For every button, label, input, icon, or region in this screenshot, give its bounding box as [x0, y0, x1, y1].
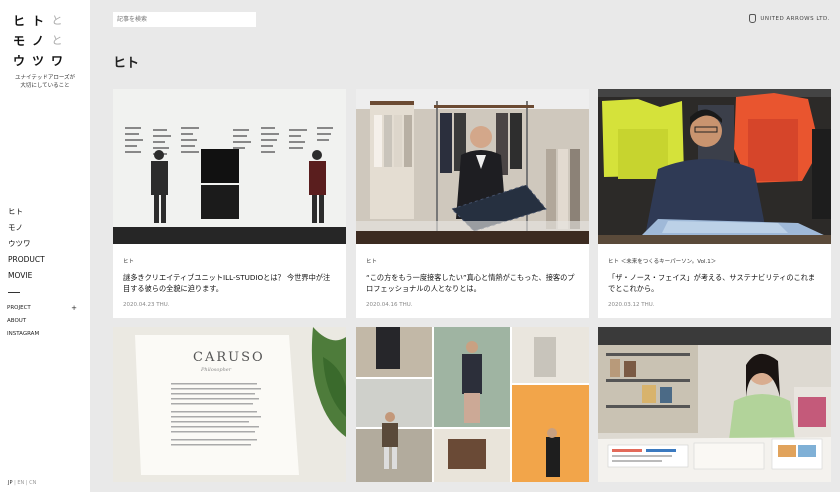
search-input[interactable] — [113, 12, 256, 27]
logo-char: ツ — [32, 53, 45, 68]
article-image — [113, 89, 346, 244]
logo-char: モ — [13, 33, 26, 48]
sub-nav-label: PROJECT — [7, 305, 31, 311]
article-image — [598, 89, 831, 244]
language-switcher: JP | EN | CN — [8, 480, 36, 486]
sub-nav: PROJECT + ABOUT INSTAGRAM — [7, 302, 77, 341]
sub-nav-item-about[interactable]: ABOUT — [7, 315, 77, 328]
article-image: CARUSO Philosopher — [113, 327, 346, 482]
caruso-title: CARUSO — [193, 350, 265, 365]
logo-char: と — [51, 34, 63, 47]
site-logo[interactable]: ヒ ト と モ ノ と ウ ツ ワ — [13, 10, 75, 70]
brand-name: UNITED ARROWS LTD. — [760, 15, 830, 22]
tagline-line: ユナイテッドアローズが — [14, 75, 76, 81]
sub-nav-item-project[interactable]: PROJECT + — [7, 302, 77, 315]
article-image — [598, 327, 831, 482]
article-image — [356, 327, 589, 482]
sidebar: ヒ ト と モ ノ と ウ ツ ワ ユナイテッドアローズが 大切にしていること … — [0, 0, 90, 492]
logo-char: ノ — [32, 33, 45, 48]
logo-char: ワ — [51, 53, 64, 68]
nav-item-mono[interactable]: モノ — [8, 220, 45, 236]
article-date: 2020.03.12 THU. — [608, 302, 655, 308]
tagline: ユナイテッドアローズが 大切にしていること — [8, 74, 82, 90]
article-image — [356, 89, 589, 244]
page-title: ヒト — [113, 56, 140, 71]
lang-jp[interactable]: JP — [8, 480, 13, 486]
article-title[interactable]: 謎多きクリエイティブユニットILL-STUDIOとは？ 今世界中が注目する彼らの… — [123, 272, 336, 294]
logo-char: ウ — [13, 53, 26, 68]
lang-separator: | — [14, 480, 16, 486]
caruso-subtitle: Philosopher — [200, 367, 232, 373]
tagline-line: 大切にしていること — [20, 83, 70, 89]
main-nav: ヒト モノ ウツワ PRODUCT MOVIE — [8, 204, 45, 284]
logo-char: と — [51, 14, 63, 27]
article-card[interactable]: ヒト 謎多きクリエイティブユニットILL-STUDIOとは？ 今世界中が注目する… — [113, 89, 346, 318]
nav-item-utsuwa[interactable]: ウツワ — [8, 236, 45, 252]
nav-item-product[interactable]: PRODUCT — [8, 252, 45, 268]
nav-item-movie[interactable]: MOVIE — [8, 268, 45, 284]
article-card[interactable] — [356, 327, 589, 482]
article-card[interactable]: ヒト “この方をもう一度接客したい”真心と情熱がこもった、接客のプロフェッショナ… — [356, 89, 589, 318]
lang-cn[interactable]: CN — [29, 480, 36, 486]
article-category: ヒト — [366, 259, 378, 265]
nav-divider — [8, 292, 20, 293]
article-date: 2020.04.16 THU. — [366, 302, 413, 308]
logo-char: ト — [32, 13, 45, 28]
sub-nav-item-instagram[interactable]: INSTAGRAM — [7, 328, 77, 341]
article-title[interactable]: 「ザ・ノース・フェイス」が考える、サステナビリティのこれまでとこれから。 — [608, 272, 821, 294]
article-card[interactable]: ヒト ＜未来をつくるキーパーソン。Vol.1＞ 「ザ・ノース・フェイス」が考える… — [598, 89, 831, 318]
article-category: ヒト — [123, 259, 135, 265]
brand-logo[interactable]: UNITED ARROWS LTD. — [749, 14, 830, 23]
plus-icon[interactable]: + — [71, 302, 77, 315]
nav-item-hito[interactable]: ヒト — [8, 204, 45, 220]
article-category: ヒト ＜未来をつくるキーパーソン。Vol.1＞ — [608, 259, 717, 265]
logo-char: ヒ — [13, 13, 26, 28]
article-card[interactable] — [598, 327, 831, 482]
lang-separator: | — [25, 480, 28, 486]
article-card[interactable]: CARUSO Philosopher — [113, 327, 346, 482]
lang-en[interactable]: EN — [17, 480, 24, 486]
brand-icon — [749, 14, 757, 23]
article-date: 2020.04.23 THU. — [123, 302, 170, 308]
article-title[interactable]: “この方をもう一度接客したい”真心と情熱がこもった、接客のプロフェッショナルの人… — [366, 272, 579, 294]
